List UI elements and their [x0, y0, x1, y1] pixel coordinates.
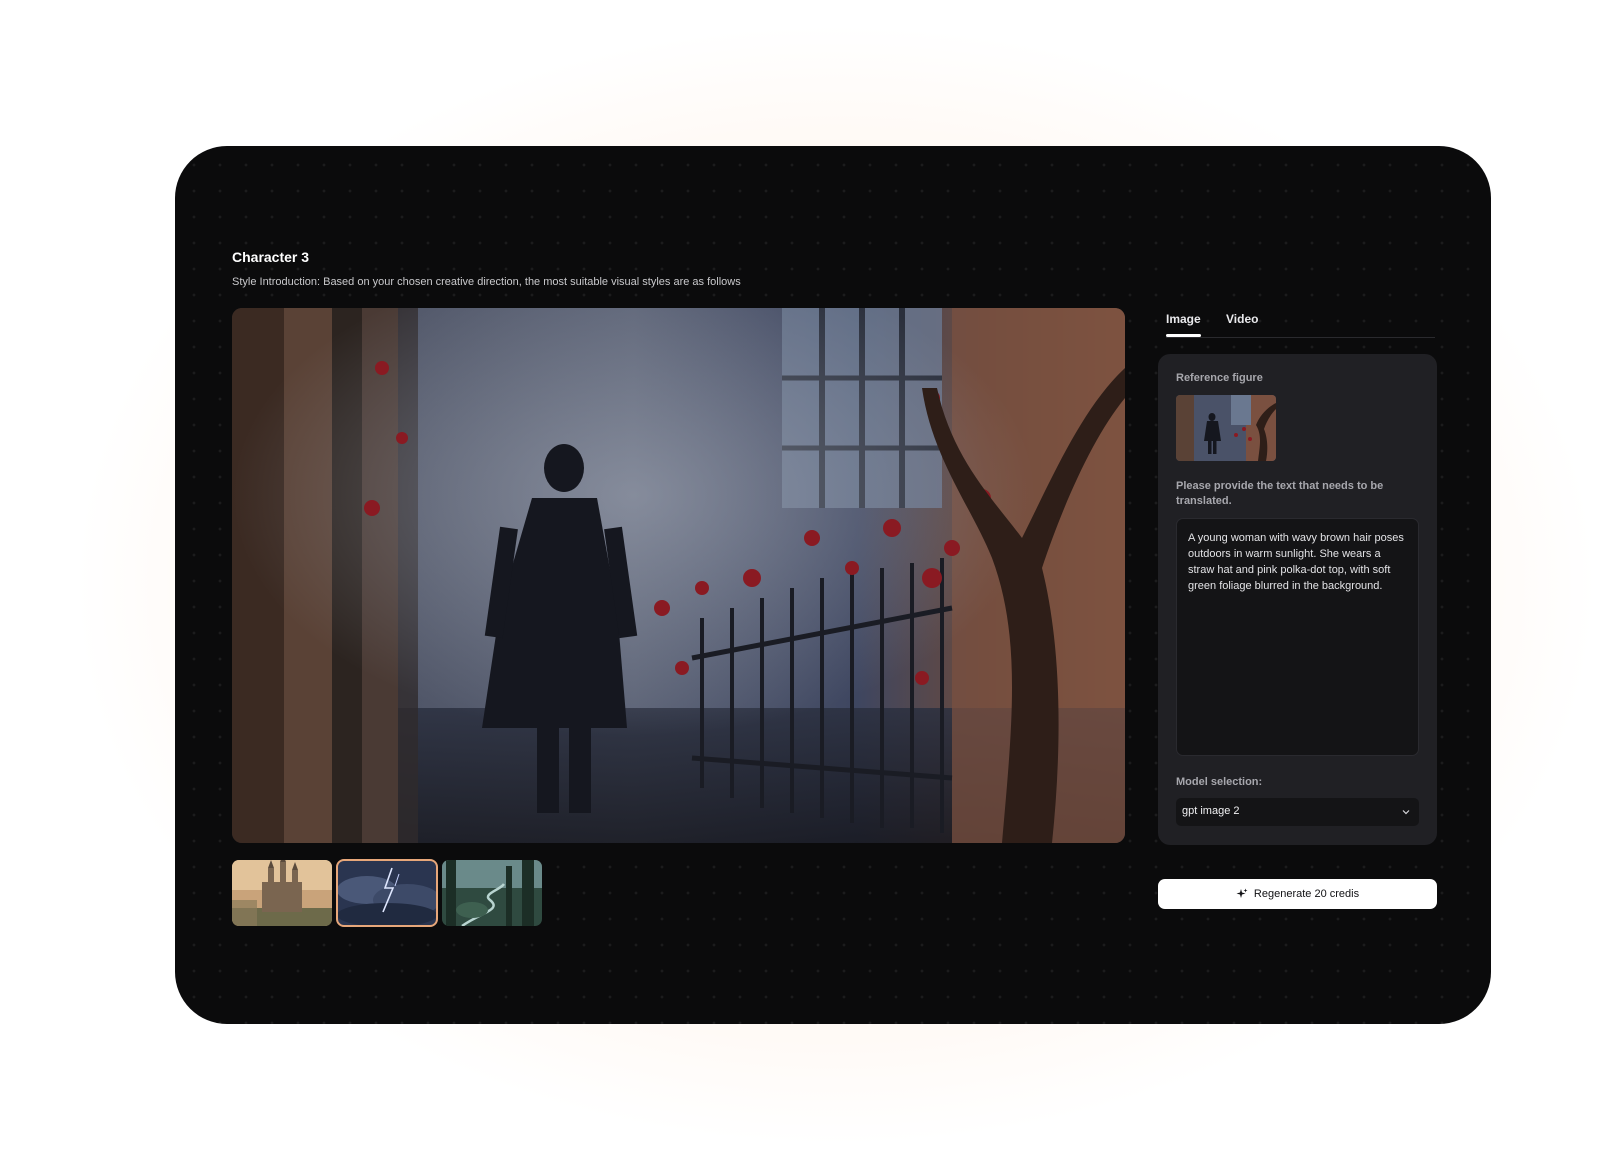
regenerate-label: Regenerate 20 credis — [1253, 888, 1360, 900]
thumbnail-forest[interactable] — [442, 860, 542, 926]
chevron-down-icon — [1402, 810, 1410, 815]
preview-artwork — [232, 308, 1125, 843]
reference-figure-label: Reference figure — [1176, 372, 1263, 384]
thumbnail-castle[interactable] — [232, 860, 332, 926]
app-window: Character 3 Style Introduction: Based on… — [175, 146, 1491, 1024]
reference-artwork — [1176, 395, 1276, 461]
media-tabs: Image Video — [1166, 308, 1435, 338]
tab-image[interactable]: Image — [1166, 312, 1201, 337]
tab-video[interactable]: Video — [1226, 312, 1258, 326]
main-preview-image — [232, 308, 1125, 843]
generation-settings-panel: Reference figure Please provide the text… — [1158, 354, 1437, 845]
regenerate-button[interactable]: Regenerate 20 credis — [1158, 879, 1437, 909]
thumbnail-storm[interactable] — [336, 859, 438, 927]
storm-artwork — [337, 860, 437, 926]
model-selection-label: Model selection: — [1176, 776, 1263, 788]
model-select[interactable]: gpt image 2 — [1176, 798, 1419, 826]
reference-figure-image[interactable] — [1176, 395, 1276, 461]
model-select-value: gpt image 2 — [1182, 805, 1240, 817]
forest-artwork — [442, 860, 542, 926]
page-backdrop: Character 3 Style Introduction: Based on… — [0, 0, 1600, 1164]
castle-artwork — [232, 860, 332, 926]
style-introduction: Style Introduction: Based on your chosen… — [232, 276, 741, 288]
sparkle-icon — [1236, 888, 1248, 898]
page-title: Character 3 — [232, 249, 310, 265]
prompt-label: Please provide the text that needs to be… — [1176, 480, 1384, 507]
prompt-textarea[interactable]: A young woman with wavy brown hair poses… — [1176, 518, 1419, 756]
